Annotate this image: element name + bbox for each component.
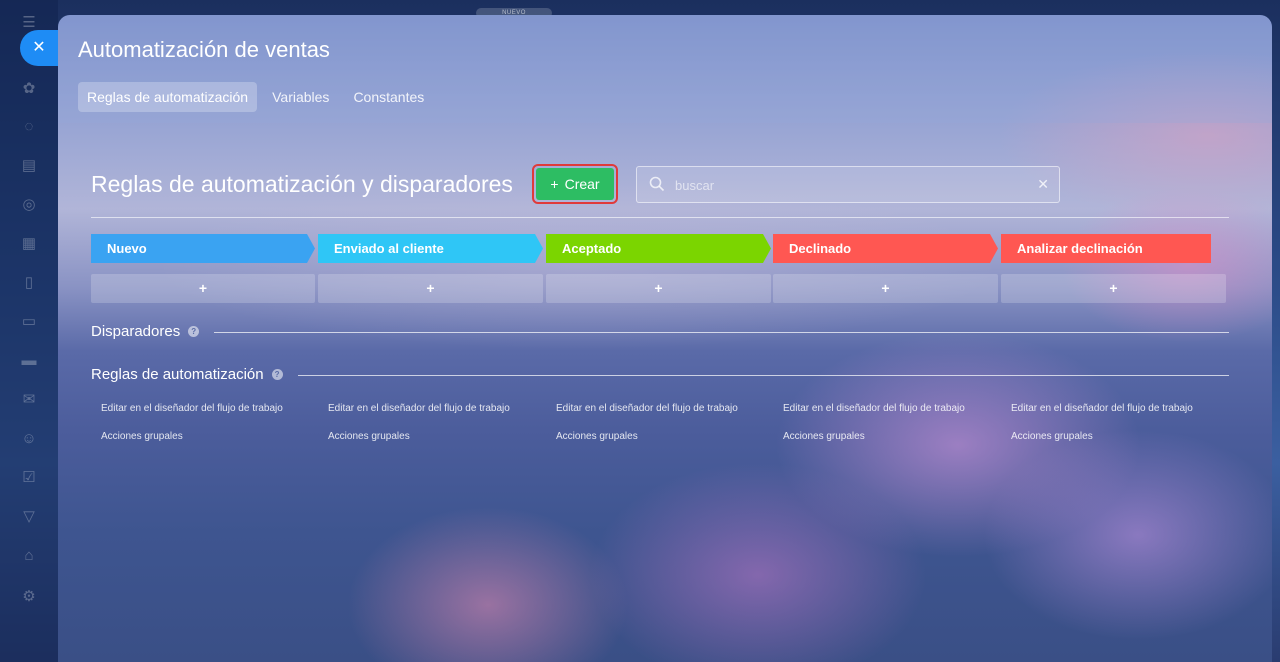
divider [91,217,1229,218]
edit-designer-link[interactable]: Editar en el diseñador del flujo de trab… [783,403,965,414]
stage-enviado[interactable]: Enviado al cliente [318,234,543,263]
rules-label: Reglas de automatización [91,366,264,383]
stage-bar: Nuevo Enviado al cliente Aceptado Declin… [91,234,1211,263]
add-rule-button[interactable]: + [91,274,315,303]
group-actions-link[interactable]: Acciones grupales [783,431,865,442]
search-box: ✕ [636,166,1060,204]
tab-constants[interactable]: Constantes [344,82,433,112]
plus-icon: + [550,176,559,192]
rules-heading: Reglas de automatización ? [91,366,283,383]
add-rule-button[interactable]: + [773,274,998,303]
add-rule-button[interactable]: + [1001,274,1226,303]
divider [298,375,1229,376]
help-icon[interactable]: ? [271,369,283,380]
create-button-highlight: + Crear [532,164,618,204]
left-sidebar: ☰ ✿ ◌ ▤ ◎ ▦ ▯ ▭ ▬ ✉ ☺ ☑ ▽ ⌂ ⚙ [0,0,58,662]
add-rule-button[interactable]: + [546,274,771,303]
store-icon[interactable]: ⌂ [20,547,38,565]
section-title: Reglas de automatización y disparadores [91,171,513,197]
triggers-heading: Disparadores ? [91,323,200,340]
add-rule-button[interactable]: + [318,274,543,303]
card-icon[interactable]: ▬ [20,352,38,370]
stage-aceptado[interactable]: Aceptado [546,234,771,263]
clear-icon[interactable]: ✕ [1037,176,1049,193]
create-button-label: Crear [564,176,600,192]
group-actions-link[interactable]: Acciones grupales [1011,431,1093,442]
help-icon[interactable]: ? [188,326,200,337]
page-title: Automatización de ventas [78,37,330,62]
stage-analizar[interactable]: Analizar declinación [1001,234,1211,263]
automation-panel: Automatización de ventas Reglas de autom… [58,15,1272,662]
group-actions-link[interactable]: Acciones grupales [556,431,638,442]
edit-designer-link[interactable]: Editar en el diseñador del flujo de trab… [328,403,510,414]
puzzle-icon[interactable]: ✿ [20,80,38,98]
funnel-icon[interactable]: ▽ [20,508,38,526]
close-button[interactable]: ✕ [20,30,58,66]
mail-icon[interactable]: ✉ [20,391,38,409]
shield-icon[interactable]: ◎ [20,196,38,214]
tab-bar: Reglas de automatización Variables Const… [78,82,433,112]
search-icon [649,176,665,192]
group-actions-link[interactable]: Acciones grupales [101,431,183,442]
close-icon: ✕ [32,39,46,56]
group-actions-link[interactable]: Acciones grupales [328,431,410,442]
board-icon[interactable]: ▭ [20,313,38,331]
file-icon[interactable]: ▯ [20,274,38,292]
edit-designer-link[interactable]: Editar en el diseñador del flujo de trab… [101,403,283,414]
add-rule-row: + + + + + [91,274,1231,303]
stage-declinado[interactable]: Declinado [773,234,998,263]
settings-icon[interactable]: ⚙ [20,588,38,606]
tasks-icon[interactable]: ☑ [20,469,38,487]
document-icon[interactable]: ▤ [20,157,38,175]
create-button[interactable]: + Crear [536,168,614,200]
stage-nuevo[interactable]: Nuevo [91,234,315,263]
edit-designer-link[interactable]: Editar en el diseñador del flujo de trab… [1011,403,1193,414]
triggers-label: Disparadores [91,323,181,340]
chat-icon[interactable]: ◌ [20,118,38,136]
tab-automation-rules[interactable]: Reglas de automatización [78,82,258,112]
contacts-icon[interactable]: ☺ [20,430,38,448]
edit-designer-link[interactable]: Editar en el diseñador del flujo de trab… [556,403,738,414]
calendar-icon[interactable]: ▦ [20,235,38,253]
divider [214,332,1229,333]
tab-variables[interactable]: Variables [263,82,338,112]
search-input[interactable] [673,167,1027,204]
